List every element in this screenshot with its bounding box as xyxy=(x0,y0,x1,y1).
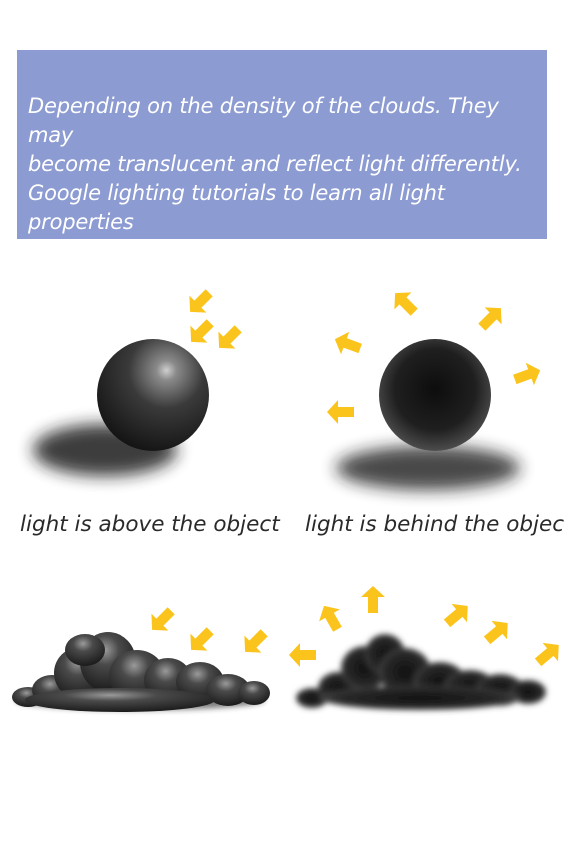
sphere-lit-behind xyxy=(336,339,520,490)
caption-light-behind: light is behind the object xyxy=(305,512,564,537)
sphere-behind xyxy=(379,339,491,451)
lighting-illustration xyxy=(12,284,564,712)
cloud-lit-behind xyxy=(296,634,546,710)
caption-light-above: light is above the object xyxy=(20,512,280,537)
sphere-lit-above xyxy=(33,339,209,476)
cloud-lit-above xyxy=(12,632,270,712)
arrows-above xyxy=(181,284,247,357)
arrows-cloud-above xyxy=(143,602,273,661)
sphere-above xyxy=(97,339,209,451)
sphere-shadow-behind xyxy=(336,446,520,490)
